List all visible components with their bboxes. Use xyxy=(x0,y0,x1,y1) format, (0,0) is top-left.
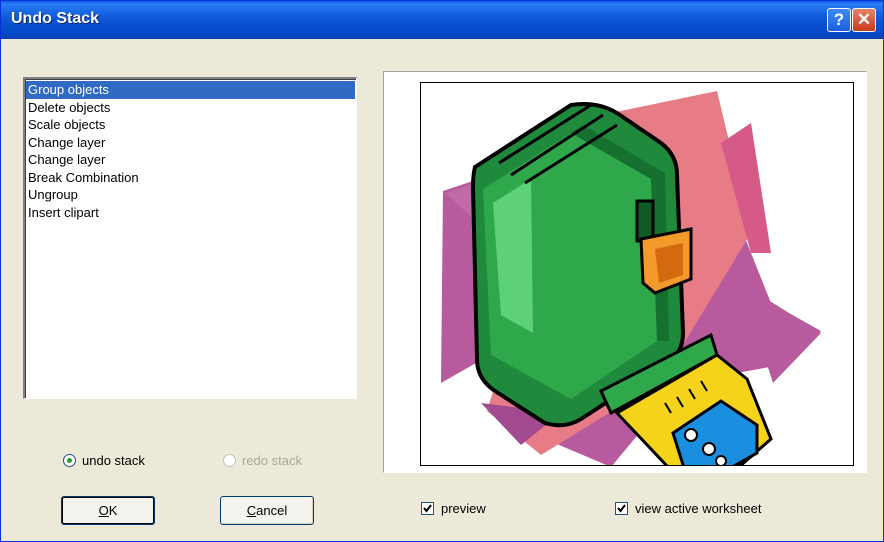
ok-button[interactable]: OK xyxy=(61,496,155,525)
list-item[interactable]: Change layer xyxy=(26,134,355,152)
ok-mnemonic: O xyxy=(98,503,109,518)
list-item[interactable]: Ungroup xyxy=(26,186,355,204)
close-icon: ✕ xyxy=(856,10,872,29)
redo-stack-radio[interactable]: redo stack xyxy=(223,453,302,468)
list-item[interactable]: Insert clipart xyxy=(26,204,355,222)
undo-stack-radio[interactable]: undo stack xyxy=(63,453,145,468)
list-item[interactable]: Break Combination xyxy=(26,169,355,187)
tape-measure-clipart xyxy=(441,91,821,465)
undo-history-list[interactable]: Group objects Delete objects Scale objec… xyxy=(23,77,357,399)
preview-label: preview xyxy=(441,501,486,516)
window-title: Undo Stack xyxy=(11,10,100,27)
radio-checked-icon[interactable] xyxy=(63,454,76,467)
help-button[interactable]: ? xyxy=(827,8,851,32)
cancel-mnemonic: C xyxy=(246,503,257,518)
redo-stack-label: redo stack xyxy=(242,453,302,468)
preview-canvas xyxy=(420,82,854,466)
undo-stack-label: undo stack xyxy=(82,453,145,468)
cancel-button[interactable]: Cancel xyxy=(220,496,314,525)
undo-stack-dialog: Undo Stack ? ✕ Group objects Delete obje… xyxy=(0,0,884,542)
list-item[interactable]: Change layer xyxy=(26,151,355,169)
cancel-label-rest: ancel xyxy=(256,503,288,518)
radio-unchecked-icon[interactable] xyxy=(223,454,236,467)
list-item[interactable]: Delete objects xyxy=(26,99,355,117)
cancel-button-label: Cancel xyxy=(247,503,287,518)
ok-button-label: OK xyxy=(99,503,118,518)
preview-panel xyxy=(383,71,867,473)
list-item[interactable]: Group objects xyxy=(26,81,355,99)
ok-label-rest: K xyxy=(108,503,118,518)
view-active-worksheet-checkbox[interactable]: view active worksheet xyxy=(615,501,761,516)
list-item[interactable]: Scale objects xyxy=(26,116,355,134)
close-button[interactable]: ✕ xyxy=(852,8,876,32)
title-bar[interactable]: Undo Stack ? ✕ xyxy=(1,1,883,39)
help-icon: ? xyxy=(833,10,845,29)
checkbox-checked-icon[interactable] xyxy=(421,502,434,515)
view-active-worksheet-label: view active worksheet xyxy=(635,501,762,516)
checkbox-checked-icon[interactable] xyxy=(615,502,628,515)
preview-checkbox[interactable]: preview xyxy=(421,501,486,516)
